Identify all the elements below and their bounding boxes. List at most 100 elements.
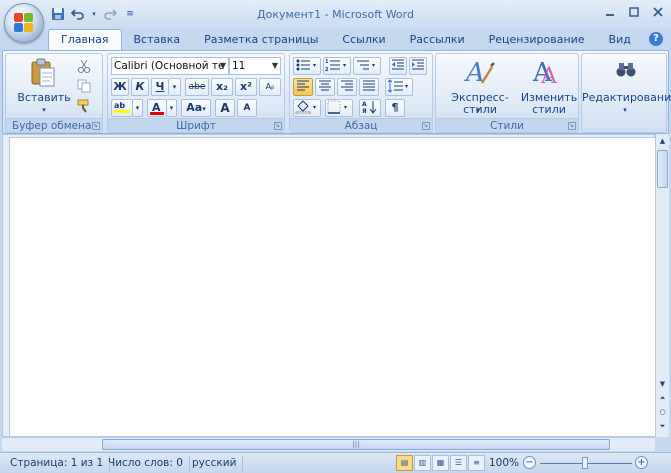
svg-text:ab: ab [114,101,125,110]
subscript-button[interactable]: x₂ [211,78,233,96]
font-name-combo[interactable]: Calibri (Основной те ▼ [111,57,229,75]
tab-view[interactable]: Вид [597,30,643,50]
styles-group: A Экспресс-стили ▾ AA Изменить стили Сти… [435,53,579,133]
styles-group-label: Стили [436,118,578,132]
find-binoculars-icon[interactable] [615,60,637,80]
paragraph-launcher-icon[interactable]: ↘ [422,122,430,130]
copy-icon[interactable] [76,78,92,94]
tab-references[interactable]: Ссылки [330,30,397,50]
help-icon[interactable]: ? [649,32,663,46]
change-styles-icon[interactable]: AA [532,57,564,89]
page-count[interactable]: Страница: 1 из 1 [4,456,111,471]
quick-styles-icon[interactable]: A [464,57,496,88]
paste-dropdown-icon[interactable]: ▾ [39,104,49,116]
language-indicator[interactable]: русский [186,456,244,471]
bold-button[interactable]: Ж [111,78,129,96]
editing-button-label[interactable]: Редактирование [582,92,671,104]
shading-button[interactable]: ▾ [293,99,321,117]
close-icon[interactable] [651,6,665,20]
show-marks-button[interactable]: ¶ [385,99,405,117]
draft-icon[interactable]: ≡ [468,455,485,471]
underline-button[interactable]: Ч [151,78,169,96]
highlight-pen-icon: ab [114,101,130,113]
font-launcher-icon[interactable]: ↘ [274,122,282,130]
tab-home[interactable]: Главная [48,29,122,50]
change-styles-label-2[interactable]: стили [520,104,578,116]
zoom-in-icon[interactable]: + [635,456,648,469]
change-case-button[interactable]: Aa▾ [181,99,211,117]
font-size-combo[interactable]: 11 ▼ [229,57,281,75]
minimize-icon[interactable] [603,6,617,20]
chevron-down-icon[interactable]: ▾ [620,104,630,116]
view-buttons: ▤ ▥ ▦ ☰ ≡ [396,455,485,471]
grow-font-button[interactable]: A [215,99,235,117]
scroll-down-icon[interactable]: ▼ [657,378,668,390]
web-layout-icon[interactable]: ▦ [432,455,449,471]
next-page-icon[interactable]: ⏷ [657,420,668,432]
clear-formatting-icon[interactable]: Aᵦ [259,78,281,96]
superscript-button[interactable]: x² [235,78,257,96]
zoom-slider-thumb[interactable] [582,457,588,469]
bullets-button[interactable]: ▾ [293,57,321,75]
office-button[interactable] [4,3,44,43]
font-color-button[interactable]: A [147,99,167,117]
decrease-indent-icon[interactable] [389,57,407,75]
borders-button[interactable]: ▾ [325,99,353,117]
vertical-scroll-thumb[interactable] [657,150,668,188]
maximize-icon[interactable] [627,6,641,20]
multilevel-list-button[interactable]: ▾ [353,57,381,75]
highlight-color-button[interactable]: ab [111,99,133,117]
underline-dropdown-icon[interactable]: ▾ [169,78,181,96]
scroll-up-icon[interactable]: ▲ [657,135,668,147]
select-browse-object-icon[interactable]: ○ [657,406,668,418]
numbering-button[interactable]: 1 2 ▾ [323,57,351,75]
chevron-down-icon[interactable]: ▼ [220,58,226,74]
borders-icon: ▾ [327,100,347,114]
print-layout-icon[interactable]: ▤ [396,455,413,471]
svg-text:1: 1 [325,59,329,65]
tab-page-layout[interactable]: Разметка страницы [192,30,330,50]
align-left-button[interactable] [293,78,313,96]
svg-text:▾: ▾ [313,104,316,111]
format-painter-icon[interactable] [76,98,92,114]
svg-text:Я: Я [362,108,367,114]
previous-page-icon[interactable]: ⏶ [657,392,668,404]
svg-text:A: A [362,101,367,108]
shrink-font-button[interactable]: A [237,99,257,117]
italic-button[interactable]: К [131,78,149,96]
zoom-out-icon[interactable]: − [523,456,536,469]
chevron-down-icon[interactable]: ▼ [272,58,278,74]
highlight-dropdown-icon[interactable]: ▾ [133,99,143,117]
increase-indent-icon[interactable] [409,57,427,75]
cut-icon[interactable] [76,58,92,74]
zoom-level[interactable]: 100% [489,456,519,471]
styles-launcher-icon[interactable]: ↘ [568,122,576,130]
tab-insert[interactable]: Вставка [122,30,193,50]
font-color-dropdown-icon[interactable]: ▾ [167,99,177,117]
paste-button-label[interactable]: Вставить [14,92,74,104]
sort-button[interactable]: AЯ [359,99,381,117]
horizontal-scrollbar[interactable]: ||| [2,437,655,451]
font-group-label: Шрифт [108,118,284,132]
svg-text:▾: ▾ [313,62,316,69]
tab-review[interactable]: Рецензирование [477,30,597,50]
outline-icon[interactable]: ☰ [450,455,467,471]
window-title: Документ1 - Microsoft Word [257,8,414,21]
chevron-down-icon[interactable]: ▾ [473,104,483,116]
svg-text:▾: ▾ [405,83,408,90]
vertical-scrollbar[interactable]: ▲ ▼ ⏶ ○ ⏷ [655,134,669,437]
horizontal-scroll-thumb[interactable]: ||| [102,439,610,450]
numbering-icon: 1 2 ▾ [325,59,346,73]
document-page[interactable] [9,137,656,437]
justify-button[interactable] [359,78,379,96]
line-spacing-button[interactable]: ▾ [385,78,413,96]
paste-icon[interactable] [30,58,56,88]
word-count[interactable]: Число слов: 0 [102,456,190,471]
full-screen-reading-icon[interactable]: ▥ [414,455,431,471]
strikethrough-button[interactable]: abe [185,78,209,96]
clipboard-launcher-icon[interactable]: ↘ [92,122,100,130]
align-right-button[interactable] [337,78,357,96]
window-controls [603,6,665,20]
align-center-button[interactable] [315,78,335,96]
tab-mailings[interactable]: Рассылки [398,30,477,50]
